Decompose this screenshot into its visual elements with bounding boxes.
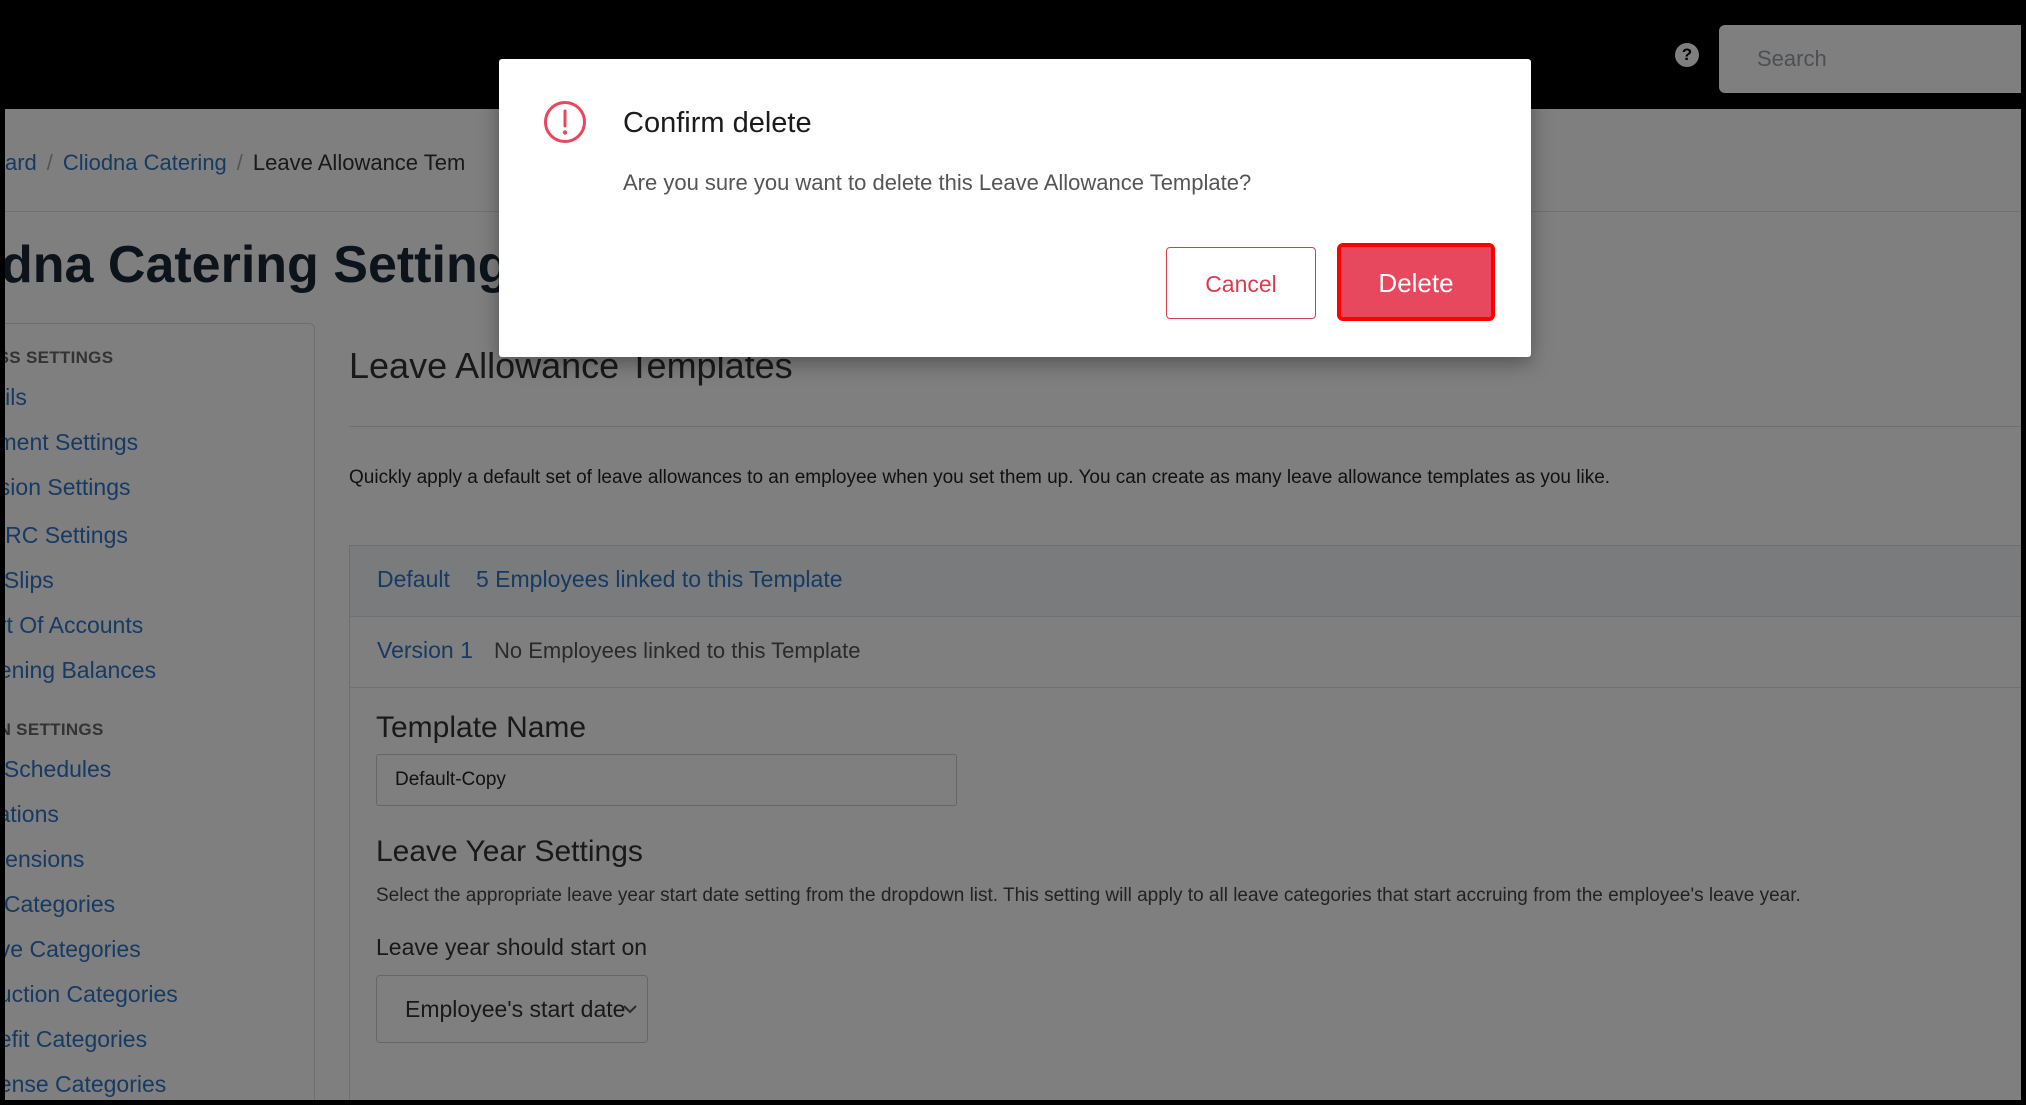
dialog-message: Are you sure you want to delete this Lea… [623,170,1252,195]
confirm-delete-dialog: Confirm delete Are you sure you want to … [499,59,1531,357]
app-window: ? Search ard/Cliodna Catering/Leave Allo… [5,5,2021,1100]
cancel-button[interactable]: Cancel [1166,247,1316,319]
exclamation-circle-icon [544,101,586,143]
dialog-title: Confirm delete [623,107,812,139]
delete-button[interactable]: Delete [1337,243,1495,321]
